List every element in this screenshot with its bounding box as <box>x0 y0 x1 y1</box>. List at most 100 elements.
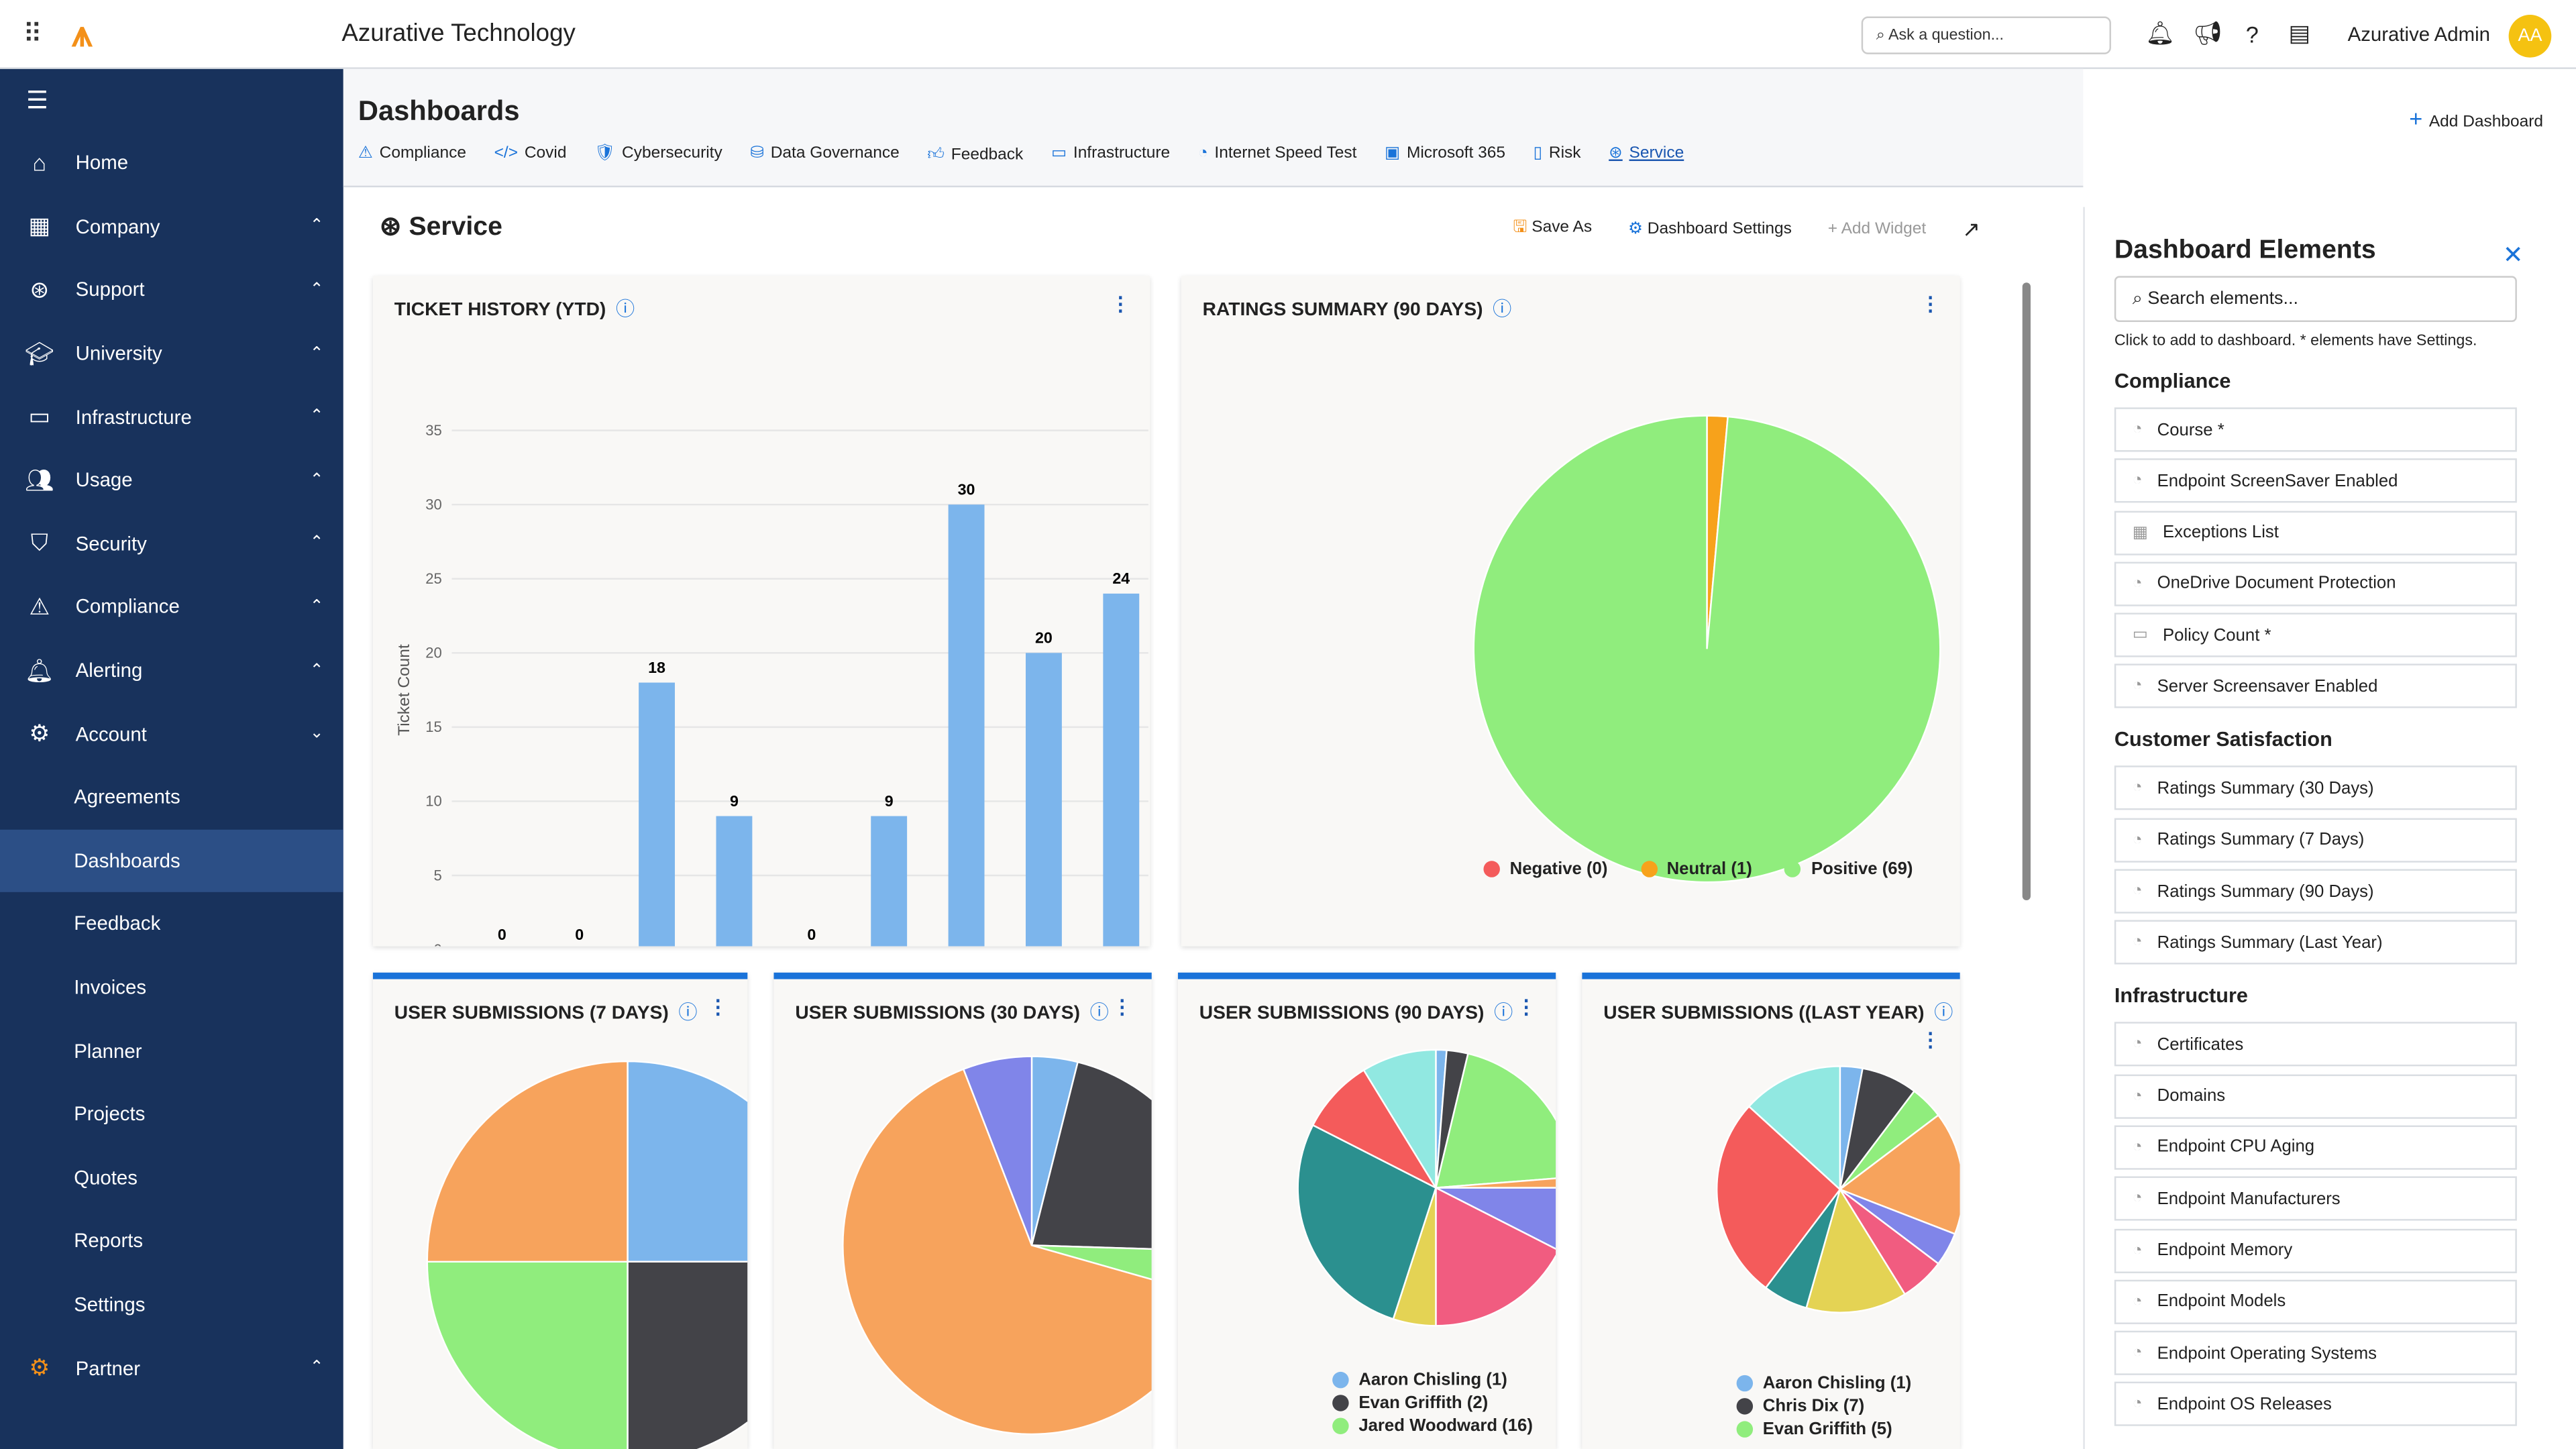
pie-chart-icon: ◔ <box>2132 882 2143 901</box>
element-item[interactable]: ◔ Endpoint Manufacturers <box>2114 1177 2517 1222</box>
element-item[interactable]: ◔ Endpoint Memory <box>2114 1228 2517 1273</box>
bell-icon[interactable]: 🔔︎ <box>2145 19 2175 48</box>
sidebar-item-support[interactable]: ⊛ Support ⌃ <box>0 258 343 322</box>
external-link-icon[interactable]: ↗ <box>1962 216 1980 242</box>
element-item[interactable]: ◔ Endpoint Models <box>2114 1279 2517 1324</box>
menu-toggle-icon[interactable]: ☰ <box>0 69 343 131</box>
legend-item[interactable]: Aaron Chisling (1) <box>1736 1372 1911 1395</box>
legend-item[interactable]: Chris Dix (7) <box>1736 1395 1912 1417</box>
sidebar-item-partner[interactable]: ⚙ Partner ⌃ <box>0 1336 343 1400</box>
sidebar-item-invoices[interactable]: Invoices <box>0 956 343 1020</box>
user-name[interactable]: Azurative Admin <box>2348 22 2490 45</box>
graduation-cap-icon: 🎓︎ <box>25 339 54 366</box>
sidebar-item-feedback[interactable]: Feedback <box>0 892 343 956</box>
megaphone-icon[interactable]: 📢︎ <box>2193 19 2222 48</box>
tab-covid[interactable]: </> Covid <box>494 145 567 164</box>
sidebar-item-alerting[interactable]: 🔔︎ Alerting ⌃ <box>0 639 343 702</box>
legend-item[interactable]: Negative (0) <box>1483 859 1607 879</box>
legend-item[interactable]: Neutral (1) <box>1640 859 1752 879</box>
element-item[interactable]: ◔ Ratings Summary (90 Days) <box>2114 869 2517 914</box>
element-item[interactable]: ◔ Endpoint Operating Systems <box>2114 1331 2517 1376</box>
sidebar-item-reports[interactable]: Reports <box>0 1210 343 1273</box>
close-icon[interactable]: ✕ <box>2503 240 2524 270</box>
logo[interactable]: ⩚ <box>72 12 92 55</box>
bar[interactable] <box>716 816 753 947</box>
tab-infrastructure[interactable]: ▭ Infrastructure <box>1051 145 1170 164</box>
widget-card: USER SUBMISSIONS (30 DAYS) ⓘ ⋮ <box>773 972 1152 1449</box>
app-launcher-icon[interactable]: ⠿ <box>23 17 42 50</box>
element-item[interactable]: ◔ Ratings Summary (7 Days) <box>2114 818 2517 863</box>
ask-input[interactable]: ⌕ Ask a question... <box>1861 16 2111 54</box>
bar[interactable] <box>871 816 908 947</box>
bar[interactable] <box>1025 653 1062 947</box>
dashboard-settings-button[interactable]: ⚙ Dashboard Settings <box>1628 220 1792 238</box>
scrollbar[interactable] <box>2022 282 2031 901</box>
legend-item[interactable]: Aaron Chisling (1) <box>1332 1368 1533 1391</box>
tab-compliance[interactable]: ⚠ Compliance <box>358 145 466 164</box>
building-icon: ▦ <box>28 212 50 239</box>
add-dashboard-button[interactable]: + Add Dashboard <box>2409 105 2543 131</box>
sidebar-item-compliance[interactable]: ⚠ Compliance ⌃ <box>0 576 343 639</box>
legend-item[interactable]: Positive (69) <box>1784 859 1913 879</box>
sidebar-item-settings[interactable]: Settings <box>0 1273 343 1336</box>
legend-dot <box>1332 1395 1349 1411</box>
element-item[interactable]: ◔ Course * <box>2114 407 2517 452</box>
element-item[interactable]: ◔ Domains <box>2114 1073 2517 1118</box>
sidebar-item-account[interactable]: ⚙ Account ⌄ <box>0 702 343 766</box>
sidebar-item-usage[interactable]: 👥︎ Usage ⌃ <box>0 449 343 513</box>
sidebar-item-security[interactable]: ⛉ Security ⌃ <box>0 512 343 576</box>
tab-internet-speed-test[interactable]: ◔ Internet Speed Test <box>1198 145 1357 164</box>
tab-microsoft-365[interactable]: ▣ Microsoft 365 <box>1385 145 1505 164</box>
sidebar-item-infrastructure[interactable]: ▭ Infrastructure ⌃ <box>0 385 343 449</box>
pie-slice[interactable] <box>627 1060 748 1263</box>
tab-risk[interactable]: ▯ Risk <box>1534 145 1581 164</box>
avatar[interactable]: AA <box>2508 15 2552 58</box>
search-elements-input[interactable]: ⌕ Search elements... <box>2114 276 2517 323</box>
sidebar: ☰ ⌂ Home ▦ Company ⌃ ⊛ Support ⌃ 🎓︎ University ⌃ ▭ I… <box>0 68 343 1449</box>
sidebar-item-home[interactable]: ⌂ Home <box>0 131 343 195</box>
y-tick-label: 30 <box>425 496 442 513</box>
sidebar-item-quotes[interactable]: Quotes <box>0 1146 343 1210</box>
tab-feedback[interactable]: 👍︎ Feedback <box>927 145 1023 164</box>
element-item[interactable]: ◔ Server Screensaver Enabled <box>2114 664 2517 709</box>
sidebar-item-university[interactable]: 🎓︎ University ⌃ <box>0 321 343 385</box>
sidebar-item-dashboards[interactable]: Dashboards <box>0 828 343 893</box>
pie-slice[interactable] <box>627 1260 748 1449</box>
y-tick-label: 35 <box>425 422 442 439</box>
pie-chart-icon: ◔ <box>2132 678 2143 696</box>
element-item[interactable]: ◔ OneDrive Document Protection <box>2114 561 2517 606</box>
pie-slice[interactable] <box>426 1060 629 1263</box>
element-item[interactable]: ◔ Endpoint CPU Aging <box>2114 1125 2517 1170</box>
element-item[interactable]: ▦ Exceptions List <box>2114 510 2517 555</box>
bar[interactable] <box>1103 593 1140 947</box>
add-widget-button[interactable]: + Add Widget <box>1828 220 1926 238</box>
element-item[interactable]: ◔ Ratings Summary (Last Year) <box>2114 920 2517 965</box>
sidebar-item-agreements[interactable]: Agreements <box>0 765 343 829</box>
lifebuoy-icon: ⊛ <box>30 276 50 303</box>
tab-service[interactable]: ⊛ Service <box>1609 145 1684 164</box>
bar[interactable] <box>948 504 985 947</box>
tab-cybersecurity[interactable]: 🛡︎ Cybersecurity <box>594 145 722 164</box>
search-icon: ⌕ <box>2132 289 2148 309</box>
pie-slice[interactable] <box>1472 415 1941 883</box>
element-item[interactable]: ▭ Policy Count * <box>2114 612 2517 658</box>
tab-icon: ◔ <box>1197 144 1208 163</box>
pie-slice[interactable] <box>426 1260 629 1449</box>
element-item[interactable]: ◔ Endpoint OS Releases <box>2114 1382 2517 1427</box>
element-item[interactable]: ◔ Ratings Summary (30 Days) <box>2114 766 2517 811</box>
sidebar-item-projects[interactable]: Projects <box>0 1083 343 1146</box>
help-icon[interactable]: ? <box>2246 21 2259 47</box>
news-icon[interactable]: ▤ <box>2288 19 2310 48</box>
sidebar-item-planner[interactable]: Planner <box>0 1019 343 1083</box>
tab-data-governance[interactable]: ⛁ Data Governance <box>750 145 899 164</box>
sidebar-item-company[interactable]: ▦ Company ⌃ <box>0 195 343 258</box>
legend-item[interactable]: Evan Griffith (5) <box>1736 1417 1912 1440</box>
element-item[interactable]: ◔ Certificates <box>2114 1022 2517 1067</box>
save-as-button[interactable]: 🖫︎ Save As <box>1513 215 1593 244</box>
legend-item[interactable]: Jared Woodward (16) <box>1332 1415 1533 1438</box>
legend-item[interactable]: Evan Griffith (2) <box>1332 1391 1533 1414</box>
tab-icon: ⊛ <box>1609 144 1623 163</box>
tab-icon: </> <box>494 144 519 163</box>
bar[interactable] <box>639 682 675 947</box>
element-item[interactable]: ◔ Endpoint ScreenSaver Enabled <box>2114 458 2517 504</box>
